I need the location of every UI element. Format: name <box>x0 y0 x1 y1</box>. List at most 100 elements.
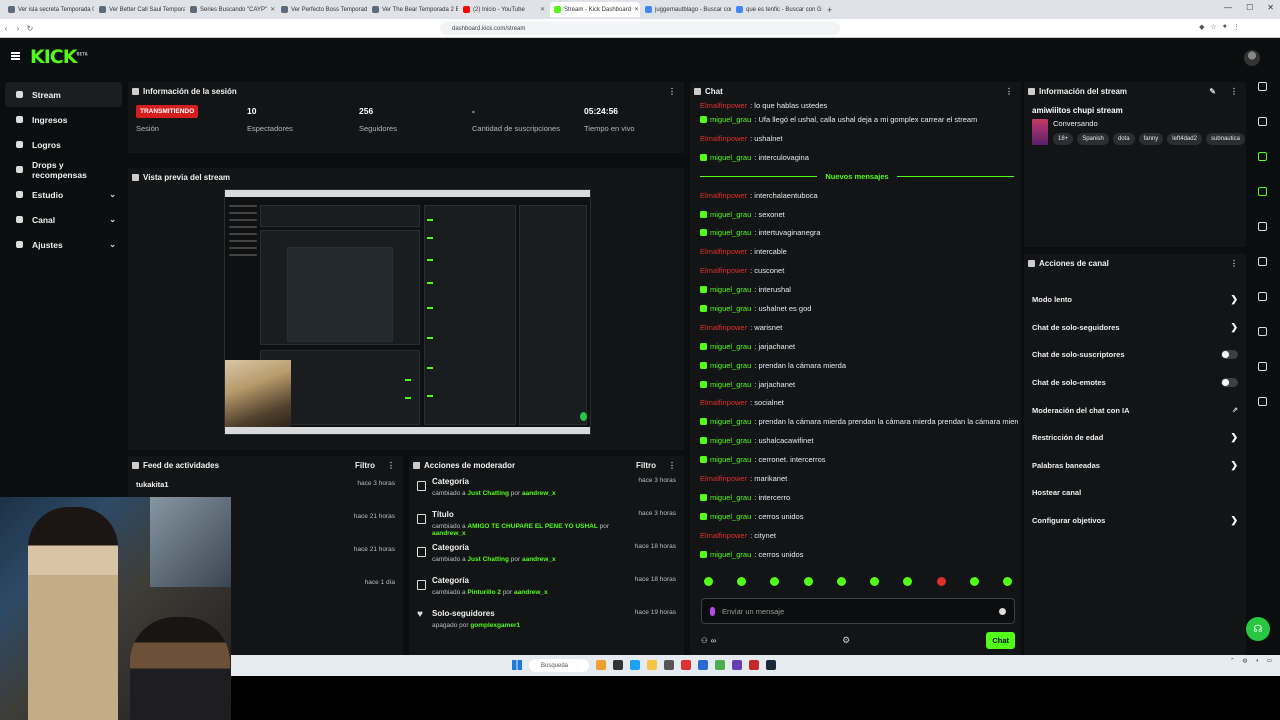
stream-tag[interactable]: left4dad2 <box>1167 133 1202 145</box>
emote-icon[interactable] <box>704 577 713 586</box>
bookmark-icon[interactable]: ☆ <box>1210 23 1216 31</box>
browser-tab[interactable]: juggernautblago - Buscar con Google✕ <box>641 2 731 17</box>
toggle-switch[interactable] <box>1221 350 1238 360</box>
session-menu-icon[interactable]: ⋮ <box>668 87 676 96</box>
channel-action-palabras-baneadas[interactable]: Palabras baneadas ❯ <box>1024 452 1246 480</box>
browser-tab[interactable]: Ver Better Call Saul Temporada 2 Ep...✕ <box>95 2 185 17</box>
chat-username[interactable]: Elmalfinpower <box>700 247 747 256</box>
channel-action-chat-de-solo-seguidores[interactable]: Chat de solo-seguidores ❯ <box>1024 314 1246 342</box>
sidebar-item-stream[interactable]: Stream <box>5 82 122 107</box>
sidebar-item-ingresos[interactable]: Ingresos <box>5 107 122 132</box>
app3-icon[interactable] <box>732 660 742 670</box>
emote-icon[interactable] <box>936 577 946 586</box>
emote-icon[interactable] <box>836 577 846 586</box>
feed-filter-button[interactable]: Filtro <box>355 461 375 470</box>
broadcast-rail-icon[interactable] <box>1257 292 1267 301</box>
chat-username[interactable]: Elmalfinpower <box>700 474 747 483</box>
channel-action-moderación-del-chat-con-ia[interactable]: Moderación del chat con IA ⇗ <box>1024 396 1246 424</box>
emote-icon[interactable] <box>870 577 880 586</box>
folder-icon[interactable] <box>647 660 657 670</box>
network-icon[interactable]: ◍ <box>1243 658 1248 664</box>
browser-tab[interactable]: Series Buscando "CAYP" ✕ <box>186 2 276 17</box>
steam-icon[interactable] <box>766 660 776 670</box>
stream-info-menu-icon[interactable]: ⋮ <box>1230 87 1238 96</box>
chrome-icon[interactable] <box>715 660 725 670</box>
stream-tag[interactable]: Spanish <box>1077 133 1109 145</box>
mod-action-user[interactable]: aandrew_x <box>522 556 556 563</box>
stream-tag[interactable]: subnautica <box>1205 133 1245 145</box>
list-rail-icon[interactable] <box>1257 327 1267 336</box>
users-rail-icon[interactable] <box>1257 397 1267 406</box>
maximize-icon[interactable]: ☐ <box>1246 3 1253 12</box>
pencil-icon[interactable]: ✎ <box>1209 87 1216 96</box>
chat-username[interactable]: miguel_grau <box>710 285 751 294</box>
close-tab-icon[interactable]: ✕ <box>540 6 545 13</box>
info-rail-icon[interactable] <box>1257 82 1267 91</box>
pencil-rail-icon[interactable] <box>1257 117 1267 126</box>
chat-username[interactable]: miguel_grau <box>710 361 751 370</box>
volume-icon[interactable]: ◖ <box>1255 658 1258 664</box>
edge-icon[interactable] <box>630 660 640 670</box>
mod-menu-icon[interactable]: ⋮ <box>668 461 676 470</box>
toggle-switch[interactable] <box>1221 378 1238 388</box>
chat-username[interactable]: miguel_grau <box>710 304 751 313</box>
card-rail-icon[interactable] <box>1257 222 1267 231</box>
kick-logo[interactable]: KICKBETA <box>30 46 88 68</box>
chat-username[interactable]: miguel_grau <box>710 153 751 162</box>
target-rail-icon[interactable] <box>1257 152 1267 161</box>
stream-tag[interactable]: fanny <box>1138 133 1164 145</box>
close-tab-icon[interactable]: ✕ <box>634 6 639 13</box>
minimize-icon[interactable]: — <box>1224 3 1232 12</box>
taskbar-search[interactable]: Búsqueda <box>529 659 589 672</box>
app-icon[interactable] <box>664 660 674 670</box>
chat-username[interactable]: miguel_grau <box>710 417 751 426</box>
gear-icon[interactable]: ⚙ <box>842 635 850 646</box>
stream-tag[interactable]: dota <box>1112 133 1135 145</box>
chat-username[interactable]: Elmalfinpower <box>700 531 747 540</box>
channel-action-hostear-canal[interactable]: Hostear canal <box>1024 479 1246 507</box>
hamburger-menu-icon[interactable] <box>11 52 20 60</box>
channel-action-chat-de-solo-emotes[interactable]: Chat de solo-emotes <box>1024 369 1246 397</box>
stream-tag[interactable]: 18+ <box>1053 133 1074 145</box>
stream-preview-video[interactable] <box>224 189 591 435</box>
browser-tab[interactable]: Ver Perfecto Boss Temporada 2 Episo...✕ <box>277 2 367 17</box>
app2-icon[interactable] <box>698 660 708 670</box>
feed-user[interactable]: tukakita1 <box>136 480 169 489</box>
browser-tab[interactable]: Ver The Bear Temporada 2 Episodio...✕ <box>368 2 458 17</box>
forward-icon[interactable]: › <box>12 24 24 33</box>
sidebar-item-drops-y-recompensas[interactable]: Drops y recompensas <box>5 157 122 182</box>
close-tab-icon[interactable]: ✕ <box>270 6 275 13</box>
chat-input[interactable]: Enviar un mensaje <box>701 598 1015 624</box>
extension-icon[interactable]: ◆ <box>1199 23 1204 31</box>
opera-icon[interactable] <box>681 660 691 670</box>
chat-username[interactable]: miguel_grau <box>710 380 751 389</box>
chat-username[interactable]: Elmalfinpower <box>700 101 747 110</box>
chat-username[interactable]: miguel_grau <box>710 436 751 445</box>
sidebar-item-estudio[interactable]: Estudio ⌄ <box>5 182 122 207</box>
chat-username[interactable]: miguel_grau <box>710 455 751 464</box>
mod-action-user[interactable]: aandrew_x <box>522 490 556 497</box>
profile-icon[interactable]: ● <box>1223 23 1227 31</box>
emote-icon[interactable] <box>737 577 747 586</box>
chat-messages[interactable]: Elmalfinpower: lo que hablas ustedes migu… <box>696 101 1018 569</box>
browser-tab[interactable]: Ver isla secreta Temporada 0 Cap...✕ <box>4 2 94 17</box>
new-tab-button[interactable]: + <box>827 5 832 15</box>
bolt-rail-icon[interactable] <box>1257 187 1267 196</box>
app4-icon[interactable] <box>749 660 759 670</box>
reload-icon[interactable]: ↻ <box>24 24 36 33</box>
chat-username[interactable]: Elmalfinpower <box>700 398 747 407</box>
sidebar-item-canal[interactable]: Canal ⌄ <box>5 207 122 232</box>
browser-tab[interactable]: Stream - Kick Dashboard ✕ <box>550 2 640 17</box>
emote-icon[interactable] <box>1002 577 1012 586</box>
chat-username[interactable]: Elmalfinpower <box>700 191 747 200</box>
windows-start-icon[interactable] <box>512 660 522 670</box>
chat-menu-icon[interactable]: ⋮ <box>1005 87 1013 96</box>
chat-username[interactable]: miguel_grau <box>710 228 751 237</box>
emote-icon[interactable] <box>803 577 813 586</box>
user-avatar[interactable] <box>1244 50 1260 66</box>
chat-username[interactable]: miguel_grau <box>710 115 751 124</box>
tray-chevron-icon[interactable]: ⌃ <box>1230 658 1235 664</box>
chat-username[interactable]: Elmalfinpower <box>700 266 747 275</box>
emote-icon[interactable] <box>903 577 913 586</box>
wrench-rail-icon[interactable] <box>1257 362 1267 371</box>
